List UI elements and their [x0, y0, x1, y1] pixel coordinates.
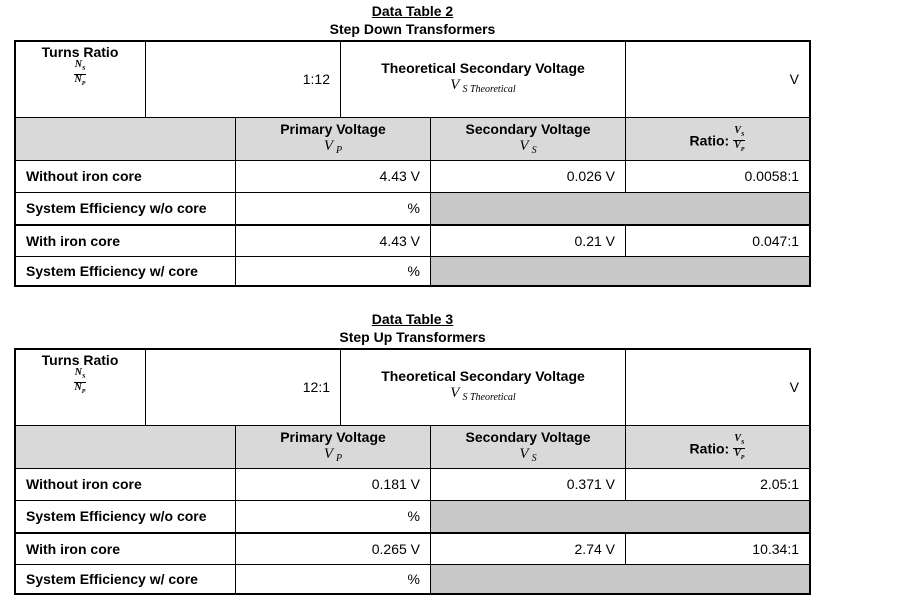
ratio-value[interactable]: 2.05:1	[626, 469, 809, 500]
step-down-table: Turns Ratio NS NP 1:12 Theoretical Secon…	[14, 40, 811, 287]
secondary-voltage-value[interactable]: 2.74 V	[431, 534, 625, 564]
turns-ratio-value[interactable]: 1:12	[145, 42, 340, 117]
shaded-cell	[431, 257, 809, 285]
efficiency-value[interactable]: %	[236, 565, 430, 593]
ratio-value[interactable]: 0.0058:1	[626, 161, 809, 192]
primary-voltage-value[interactable]: 4.43 V	[236, 161, 430, 192]
theoretical-voltage-value[interactable]: V	[626, 42, 809, 117]
turns-ratio-value[interactable]: 12:1	[145, 350, 340, 425]
theoretical-voltage-value[interactable]: V	[626, 350, 809, 425]
secondary-voltage-value[interactable]: 0.026 V	[431, 161, 625, 192]
table-3-caption: Data Table 3 Step Up Transformers	[14, 310, 811, 346]
row-label: With iron core	[26, 541, 120, 557]
table-2-subtitle: Step Down Transformers	[329, 21, 496, 37]
table-2-caption: Data Table 2 Step Down Transformers	[14, 2, 811, 38]
row-label: System Efficiency w/o core	[26, 508, 207, 524]
primary-voltage-value[interactable]: 0.181 V	[236, 469, 430, 500]
turns-ratio-label: Turns Ratio	[41, 352, 119, 368]
ratio-header: Ratio: VS VP	[689, 125, 746, 153]
theoretical-voltage-label-cell: Theoretical Secondary Voltage VS Theoret…	[341, 60, 625, 116]
row-label: System Efficiency w/ core	[26, 571, 198, 587]
row-label: System Efficiency w/o core	[26, 200, 207, 216]
row-label: System Efficiency w/ core	[26, 263, 198, 279]
row-label: Without iron core	[26, 168, 142, 184]
step-up-table: Turns Ratio NS NP 12:1 Theoretical Secon…	[14, 348, 811, 595]
efficiency-value[interactable]: %	[236, 501, 430, 532]
primary-voltage-value[interactable]: 0.265 V	[236, 534, 430, 564]
theoretical-voltage-label: Theoretical Secondary Voltage	[381, 368, 585, 384]
theoretical-voltage-label-cell: Theoretical Secondary Voltage VS Theoret…	[341, 368, 625, 424]
turns-ratio-label-cell: Turns Ratio NS NP	[16, 352, 144, 427]
secondary-voltage-header: Secondary Voltage VS	[465, 121, 591, 156]
efficiency-value[interactable]: %	[236, 193, 430, 224]
row-label: Without iron core	[26, 476, 142, 492]
primary-voltage-header: Primary Voltage VP	[280, 429, 386, 464]
row-label: With iron core	[26, 233, 120, 249]
ratio-header: Ratio: VS VP	[689, 433, 746, 461]
primary-voltage-header: Primary Voltage VP	[280, 121, 386, 156]
table-3-title: Data Table 3	[371, 311, 454, 327]
theoretical-voltage-label: Theoretical Secondary Voltage	[381, 60, 585, 76]
shaded-cell	[431, 501, 809, 532]
ratio-value[interactable]: 0.047:1	[626, 226, 809, 256]
turns-ratio-label-cell: Turns Ratio NS NP	[16, 44, 144, 119]
table-3-subtitle: Step Up Transformers	[339, 329, 486, 345]
turns-ratio-fraction: NS NP	[73, 59, 87, 87]
shaded-cell	[431, 193, 809, 224]
ratio-value[interactable]: 10.34:1	[626, 534, 809, 564]
primary-voltage-value[interactable]: 4.43 V	[236, 226, 430, 256]
secondary-voltage-value[interactable]: 0.21 V	[431, 226, 625, 256]
turns-ratio-label: Turns Ratio	[41, 44, 119, 60]
efficiency-value[interactable]: %	[236, 257, 430, 285]
table-2-title: Data Table 2	[371, 3, 454, 19]
turns-ratio-fraction: NS NP	[73, 367, 87, 395]
shaded-cell	[431, 565, 809, 593]
secondary-voltage-value[interactable]: 0.371 V	[431, 469, 625, 500]
secondary-voltage-header: Secondary Voltage VS	[465, 429, 591, 464]
